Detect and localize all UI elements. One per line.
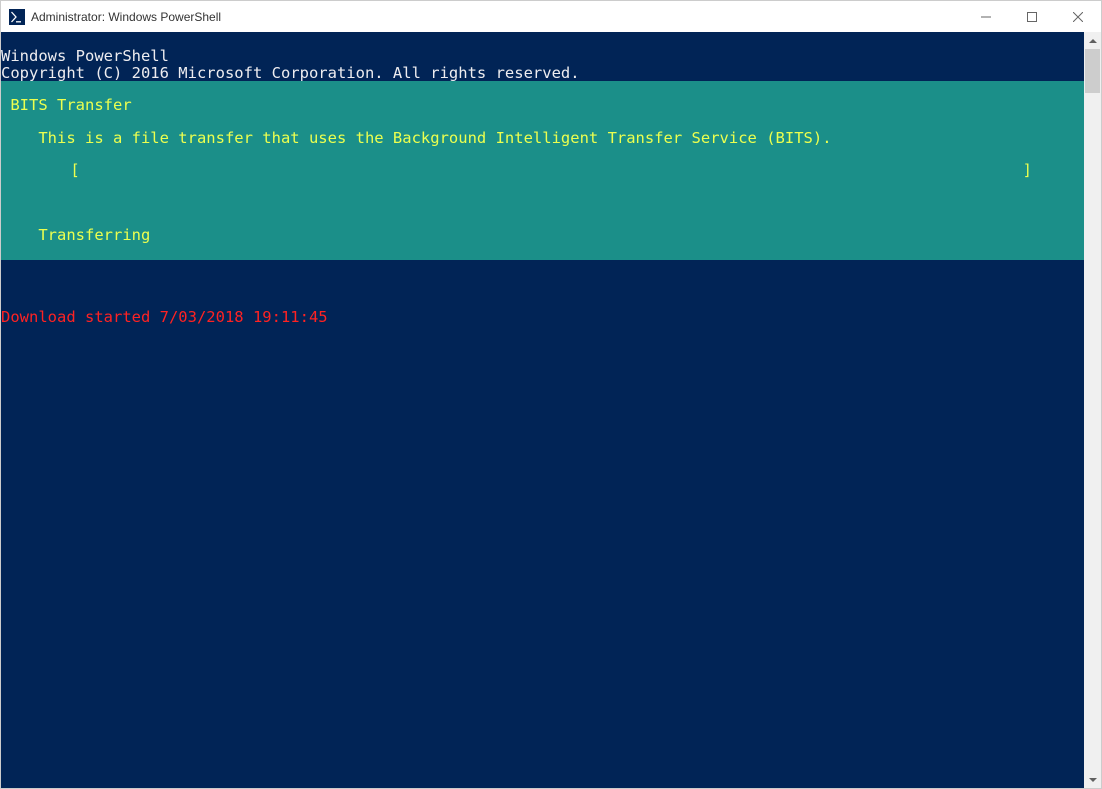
- close-button[interactable]: [1055, 1, 1101, 32]
- window-titlebar: Administrator: Windows PowerShell: [1, 1, 1101, 32]
- scroll-thumb[interactable]: [1085, 49, 1100, 93]
- progress-subtitle: This is a file transfer that uses the Ba…: [1, 130, 1084, 146]
- scroll-down-button[interactable]: [1084, 771, 1101, 788]
- progress-bracket-right: ]: [1023, 162, 1032, 178]
- maximize-button[interactable]: [1009, 1, 1055, 32]
- download-status-line: Download started 7/03/2018 19:11:45: [1, 308, 328, 326]
- progress-title: BITS Transfer: [1, 97, 1084, 113]
- bits-progress-block: BITS Transfer This is a file transfer th…: [1, 81, 1084, 260]
- scroll-track[interactable]: [1084, 49, 1101, 771]
- window-title: Administrator: Windows PowerShell: [31, 10, 221, 24]
- minimize-button[interactable]: [963, 1, 1009, 32]
- titlebar-buttons: [963, 1, 1101, 32]
- progress-bracket-left: [: [33, 162, 80, 178]
- scroll-up-button[interactable]: [1084, 32, 1101, 49]
- titlebar-left: Administrator: Windows PowerShell: [1, 9, 221, 25]
- progress-bar: [ ]: [1, 162, 1084, 178]
- console-container: Windows PowerShell Copyright (C) 2016 Mi…: [1, 32, 1101, 788]
- blank-line: [1, 276, 1084, 292]
- powershell-icon: [9, 9, 25, 25]
- vertical-scrollbar[interactable]: [1084, 32, 1101, 788]
- progress-status: Transferring: [1, 227, 1084, 243]
- console-header-line2: Copyright (C) 2016 Microsoft Corporation…: [1, 64, 580, 82]
- console-output[interactable]: Windows PowerShell Copyright (C) 2016 Mi…: [1, 32, 1084, 788]
- progress-bar-space: [80, 162, 1023, 178]
- progress-blank: [1, 195, 1084, 211]
